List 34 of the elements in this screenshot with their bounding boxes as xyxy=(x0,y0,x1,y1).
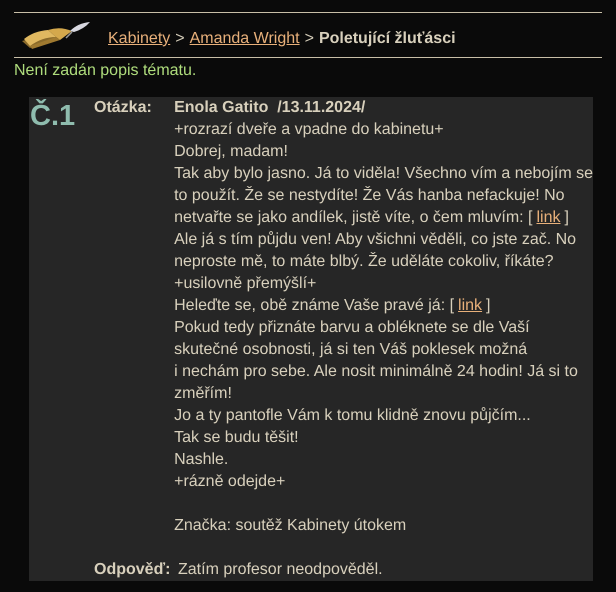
breadcrumb-link[interactable]: Amanda Wright xyxy=(190,27,300,51)
answer-label: Odpověď: xyxy=(94,560,172,580)
breadcrumb-separator: > xyxy=(175,29,185,49)
answer-text: Zatím profesor neodpověděl. xyxy=(178,560,383,580)
message-line: skutečné osobnosti, já si ten Váš poklesek možná xyxy=(174,340,528,360)
message-line: Ale já s tím půjdu ven! Aby všichni věděli, co jste zač. No xyxy=(174,230,578,250)
message-line: Značka: soutěž Kabinety útokem xyxy=(174,516,408,536)
topic-description: Není zadán popis tématu. xyxy=(14,61,198,81)
question-label: Otázka: xyxy=(94,98,153,118)
open-book-icon xyxy=(20,21,92,51)
message-line: i nechám pro sebe. Ale nosit minimálně 24 hodin! Já si to xyxy=(174,362,579,382)
bracket-text: ] xyxy=(564,208,569,228)
breadcrumb-current: Poletující žluťásci xyxy=(318,29,456,49)
question-author: Enola Gatito /13.11.2024/ xyxy=(174,98,366,118)
bracket-text: ] xyxy=(486,296,490,316)
message-line: netvařte se jako andílek, jistě víte, o čem mluvím: [ xyxy=(174,208,532,228)
message-line: neproste mě, to máte blbý. Že uděláte cokoliv, říkáte? xyxy=(174,251,555,272)
message-line: Dobrej, madam! xyxy=(174,142,289,162)
message-line: +rozrazí dveře a vpadne do kabinetu+ xyxy=(174,120,445,140)
message-line: to použít. Že se nestydíte! Že Vás hanba nefackuje! No xyxy=(174,185,566,206)
message-link[interactable]: link xyxy=(458,295,482,317)
breadcrumb-separator: > xyxy=(304,29,314,49)
message-line: Jo a ty pantofle Vám k tomu klidně znovu půjčím... xyxy=(174,406,532,426)
message-link[interactable]: link xyxy=(536,207,560,229)
message-line: Pokud tedy přiznáte barvu a obléknete se dle Vaší xyxy=(174,318,531,338)
message-line: změřím! xyxy=(174,384,233,404)
message-line: Tak se budu těšit! xyxy=(174,428,300,448)
breadcrumb-link[interactable]: Kabinety xyxy=(108,27,170,51)
message-line: +rázně odejde+ xyxy=(174,472,286,492)
message-line: Tak aby bylo jasno. Já to viděla! Všechno vím a nebojím se xyxy=(174,164,593,184)
question-number: Č.1 xyxy=(30,101,76,131)
message-line: Nashle. xyxy=(174,450,230,470)
message-line: +usilovně přemýšlí+ xyxy=(174,274,318,294)
message-line: Heleďte se, obě známe Vaše pravé já: [ xyxy=(174,296,454,316)
